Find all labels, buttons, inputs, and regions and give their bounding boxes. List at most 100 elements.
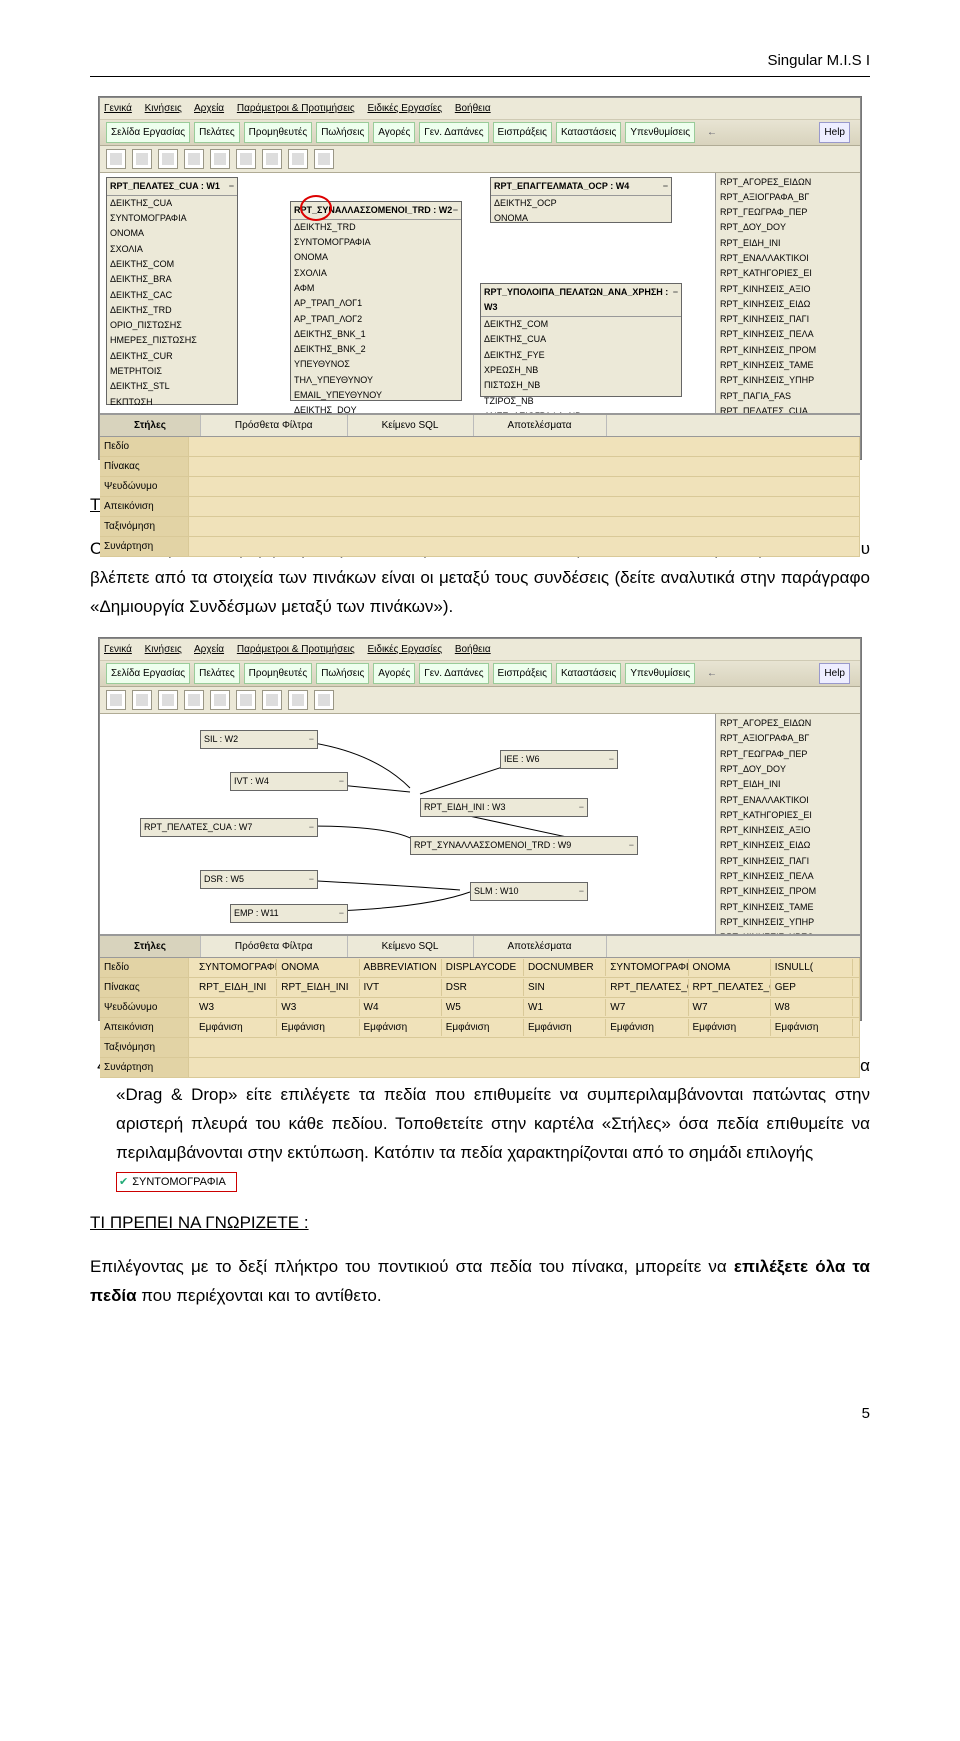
table-node[interactable]: IEE : W6−: [500, 750, 618, 769]
bottom-tab[interactable]: Πρόσθετα Φίλτρα: [201, 415, 348, 436]
collapse-icon[interactable]: −: [453, 203, 458, 218]
field-row[interactable]: ΜΕΤΡΗΤΟΙΣ: [107, 364, 237, 379]
table-node[interactable]: SIL : W2−: [200, 730, 318, 749]
design-canvas[interactable]: RPT_ΠΕΛΑΤΕΣ_CUA : W1− ΔΕΙΚΤΗΣ_CUAΣΥΝΤΟΜΟ…: [100, 173, 715, 413]
toolbar-icon[interactable]: [314, 149, 334, 169]
field-row[interactable]: ΕΚΠΤΩΣΗ: [107, 395, 237, 410]
field-row[interactable]: ΔΕΙΚΤΗΣ_COM: [481, 317, 681, 332]
field-row[interactable]: ΑΡ_ΤΡΑΠ_ΛΟΓ1: [291, 296, 461, 311]
menu-item[interactable]: Βοήθεια: [455, 644, 491, 655]
toolbar-icon[interactable]: [158, 690, 178, 710]
menu-item[interactable]: Κινήσεις: [145, 103, 182, 114]
grid-cell[interactable]: ΣΥΝΤΟΜΟΓΡΑΦΙΑ: [195, 959, 277, 976]
grid-cell[interactable]: W5: [442, 999, 524, 1016]
toolbar-icon[interactable]: [236, 690, 256, 710]
back-arrow-icon[interactable]: ←: [707, 124, 717, 141]
field-row[interactable]: ΔΕΙΚΤΗΣ_BRA: [107, 272, 237, 287]
tab[interactable]: Σελίδα Εργασίας: [106, 122, 190, 143]
menu-item[interactable]: Αρχεία: [194, 103, 224, 114]
field-row[interactable]: ΔΕΙΚΤΗΣ_TRD: [291, 220, 461, 235]
grid-cell[interactable]: Εμφάνιση: [689, 1019, 771, 1036]
field-row[interactable]: ΑΦΜ: [291, 281, 461, 296]
tab[interactable]: Αγορές: [373, 122, 415, 143]
toolbar-icon[interactable]: [184, 149, 204, 169]
grid-cell[interactable]: ABBREVIATION: [360, 959, 442, 976]
back-arrow-icon[interactable]: ←: [707, 665, 717, 682]
side-list-item[interactable]: RPT_ΚΙΝΗΣΕΙΣ_ΠΕΛΑ: [718, 869, 858, 884]
table-node[interactable]: RPT_ΠΕΛΑΤΕΣ_CUA : W7−: [140, 818, 318, 837]
menu-item[interactable]: Αρχεία: [194, 644, 224, 655]
field-row[interactable]: ΔΕΙΚΤΗΣ_SHV: [107, 410, 237, 414]
tab[interactable]: Πωλήσεις: [316, 122, 369, 143]
toolbar-icon[interactable]: [132, 149, 152, 169]
field-row[interactable]: ΣΧΟΛΙΑ: [291, 266, 461, 281]
toolbar-icon[interactable]: [184, 690, 204, 710]
field-row[interactable]: ΤΖΙΡΟΣ_NB: [481, 394, 681, 409]
grid-cell[interactable]: Εμφάνιση: [771, 1019, 853, 1036]
side-list-item[interactable]: RPT_ΑΓΟΡΕΣ_ΕΙΔΩΝ: [718, 175, 858, 190]
toolbar-icon[interactable]: [236, 149, 256, 169]
toolbar-icon[interactable]: [132, 690, 152, 710]
grid-cell[interactable]: RPT_ΕΙΔΗ_INI: [195, 979, 277, 996]
grid-cell[interactable]: Εμφάνιση: [277, 1019, 359, 1036]
grid-cell[interactable]: W3: [195, 999, 277, 1016]
grid-cell[interactable]: ΟΝΟΜΑ: [277, 959, 359, 976]
menu-item[interactable]: Βοήθεια: [455, 103, 491, 114]
field-row[interactable]: ΟΝΟΜΑ: [107, 226, 237, 241]
grid-cell[interactable]: Εμφάνιση: [360, 1019, 442, 1036]
field-row[interactable]: ΔΕΙΚΤΗΣ_CUA: [107, 196, 237, 211]
grid-cell[interactable]: Εμφάνιση: [524, 1019, 606, 1036]
tab[interactable]: Εισπράξεις: [493, 663, 552, 684]
field-row[interactable]: ΔΕΙΚΤΗΣ_CUA: [481, 332, 681, 347]
field-row[interactable]: ΔΕΙΚΤΗΣ_BNK_1: [291, 327, 461, 342]
grid-cell[interactable]: W3: [277, 999, 359, 1016]
side-list-item[interactable]: RPT_ΑΓΟΡΕΣ_ΕΙΔΩΝ: [718, 716, 858, 731]
tab[interactable]: Πωλήσεις: [316, 663, 369, 684]
menu-item[interactable]: Κινήσεις: [145, 644, 182, 655]
field-row[interactable]: ΣΧΟΛΙΑ: [107, 242, 237, 257]
field-row[interactable]: ΧΡΕΩΣΗ_NB: [481, 363, 681, 378]
bottom-tab[interactable]: Στήλες: [100, 936, 201, 957]
field-row[interactable]: ΗΜΕΡΕΣ_ΠΙΣΤΩΣΗΣ: [107, 333, 237, 348]
toolbar-icon[interactable]: [314, 690, 334, 710]
menu-item[interactable]: Ειδικές Εργασίες: [367, 103, 442, 114]
field-row[interactable]: ΤΗΛ_ΥΠΕΥΘΥΝΟΥ: [291, 373, 461, 388]
side-list-item[interactable]: RPT_ΚΙΝΗΣΕΙΣ_ΑΞΙΟ: [718, 823, 858, 838]
collapse-icon[interactable]: −: [673, 285, 678, 316]
field-row[interactable]: ΔΕΙΚΤΗΣ_OCP: [491, 196, 671, 211]
menu-item[interactable]: Γενικά: [104, 103, 132, 114]
field-row[interactable]: ΔΕΙΚΤΗΣ_CUR: [107, 349, 237, 364]
table-node[interactable]: DSR : W5−: [200, 870, 318, 889]
tables-side-list[interactable]: RPT_ΑΓΟΡΕΣ_ΕΙΔΩΝRPT_ΑΞΙΟΓΡΑΦΑ_ΒΓRPT_ΓΕΩΓ…: [715, 714, 860, 934]
field-row[interactable]: ΔΕΙΚΤΗΣ_CAC: [107, 288, 237, 303]
grid-cell[interactable]: GEP: [771, 979, 853, 996]
field-row[interactable]: ΔΕΙΚΤΗΣ_TRD: [107, 303, 237, 318]
toolbar-icon[interactable]: [158, 149, 178, 169]
side-list-item[interactable]: RPT_ΚΙΝΗΣΕΙΣ_ΠΡΟΜ: [718, 343, 858, 358]
field-row[interactable]: ΔΕΙΚΤΗΣ_FYE: [481, 348, 681, 363]
side-list-item[interactable]: RPT_ΚΙΝΗΣΕΙΣ_ΕΙΔΩ: [718, 297, 858, 312]
field-row[interactable]: ΑΝΕΞ_ΑΞΙΟΓΡΑΦΑ_NB: [481, 409, 681, 414]
grid-cell[interactable]: DOCNUMBER: [524, 959, 606, 976]
tables-side-list[interactable]: RPT_ΑΓΟΡΕΣ_ΕΙΔΩΝRPT_ΑΞΙΟΓΡΑΦΑ_ΒΓRPT_ΓΕΩΓ…: [715, 173, 860, 413]
grid-cell[interactable]: ISNULL(: [771, 959, 853, 976]
tab[interactable]: Υπενθυμίσεις: [625, 122, 695, 143]
menu-item[interactable]: Παράμετροι & Προτιμήσεις: [237, 644, 355, 655]
grid-cell[interactable]: Εμφάνιση: [606, 1019, 688, 1036]
field-row[interactable]: ΔΕΙΚΤΗΣ_COM: [107, 257, 237, 272]
help-button[interactable]: Help: [819, 663, 850, 684]
side-list-item[interactable]: RPT_ΚΑΤΗΓΟΡΙΕΣ_ΕΙ: [718, 266, 858, 281]
tab[interactable]: Προμηθευτές: [244, 122, 313, 143]
field-row[interactable]: ΥΠΕΥΘΥΝΟΣ: [291, 357, 461, 372]
table-box-pelates[interactable]: RPT_ΠΕΛΑΤΕΣ_CUA : W1− ΔΕΙΚΤΗΣ_CUAΣΥΝΤΟΜΟ…: [106, 177, 238, 405]
side-list-item[interactable]: RPT_ΕΙΔΗ_INI: [718, 777, 858, 792]
collapse-icon[interactable]: −: [663, 179, 668, 194]
side-list-item[interactable]: RPT_ΚΙΝΗΣΕΙΣ_ΤΑΜΕ: [718, 900, 858, 915]
bottom-tab[interactable]: Κείμενο SQL: [348, 415, 474, 436]
tab[interactable]: Καταστάσεις: [556, 663, 621, 684]
toolbar-icon[interactable]: [262, 690, 282, 710]
side-list-item[interactable]: RPT_ΓΕΩΓΡΑΦ_ΠΕΡ: [718, 747, 858, 762]
side-list-item[interactable]: RPT_ΑΞΙΟΓΡΑΦΑ_ΒΓ: [718, 731, 858, 746]
grid-cell[interactable]: ΣΥΝΤΟΜΟΓΡΑΦΙΑ: [606, 959, 688, 976]
toolbar-icon[interactable]: [288, 149, 308, 169]
